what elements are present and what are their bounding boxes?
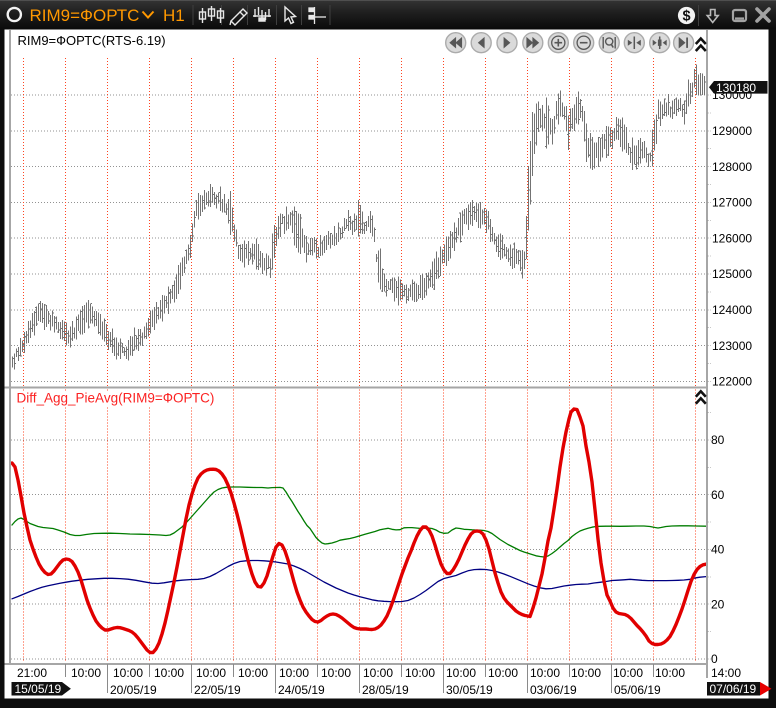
svg-text:129000: 129000 [712, 124, 752, 138]
svg-text:10:00: 10:00 [363, 666, 393, 680]
svg-text:10:00: 10:00 [196, 666, 226, 680]
svg-text:10:00: 10:00 [238, 666, 268, 680]
svg-text:RIM9=ФОРТС(RTS-6.19): RIM9=ФОРТС(RTS-6.19) [18, 33, 166, 48]
svg-text:10:00: 10:00 [71, 666, 101, 680]
svg-text:07/06/19: 07/06/19 [710, 682, 757, 696]
svg-text:80: 80 [711, 433, 725, 447]
svg-text:10:00: 10:00 [655, 666, 685, 680]
svg-text:124000: 124000 [712, 303, 752, 317]
svg-text:10:00: 10:00 [113, 666, 143, 680]
svg-text:10:00: 10:00 [321, 666, 351, 680]
svg-text:126000: 126000 [712, 231, 752, 245]
svg-text:RIM9=ФОРТС: RIM9=ФОРТС [30, 6, 140, 25]
svg-text:123000: 123000 [712, 339, 752, 353]
svg-text:0: 0 [711, 652, 718, 666]
svg-text:$: $ [682, 9, 690, 25]
svg-text:127000: 127000 [712, 196, 752, 210]
svg-text:21:00: 21:00 [17, 666, 47, 680]
svg-text:10:00: 10:00 [488, 666, 518, 680]
svg-text:15/05/19: 15/05/19 [15, 682, 62, 696]
svg-text:24/05/19: 24/05/19 [278, 683, 325, 697]
svg-text:20/05/19: 20/05/19 [110, 683, 157, 697]
svg-text:10:00: 10:00 [405, 666, 435, 680]
svg-text:28/05/19: 28/05/19 [362, 683, 409, 697]
svg-text:10:00: 10:00 [530, 666, 560, 680]
svg-text:122000: 122000 [712, 375, 752, 389]
svg-text:H1: H1 [163, 6, 185, 25]
svg-text:10:00: 10:00 [279, 666, 309, 680]
svg-text:Diff_Agg_PieAvg(RIM9=ФОРТС): Diff_Agg_PieAvg(RIM9=ФОРТС) [17, 391, 215, 406]
svg-text:40: 40 [711, 543, 725, 557]
svg-text:10:00: 10:00 [571, 666, 601, 680]
svg-text:10:00: 10:00 [613, 666, 643, 680]
svg-text:60: 60 [711, 488, 725, 502]
svg-text:128000: 128000 [712, 160, 752, 174]
svg-text:125000: 125000 [712, 267, 752, 281]
svg-text:10:00: 10:00 [154, 666, 184, 680]
svg-text:30/05/19: 30/05/19 [446, 683, 493, 697]
svg-text:22/05/19: 22/05/19 [194, 683, 241, 697]
svg-text:14:00: 14:00 [711, 666, 741, 680]
svg-text:10:00: 10:00 [446, 666, 476, 680]
svg-text:05/06/19: 05/06/19 [614, 683, 661, 697]
svg-text:20: 20 [711, 597, 725, 611]
svg-text:130180: 130180 [716, 81, 756, 95]
svg-text:03/06/19: 03/06/19 [530, 683, 577, 697]
